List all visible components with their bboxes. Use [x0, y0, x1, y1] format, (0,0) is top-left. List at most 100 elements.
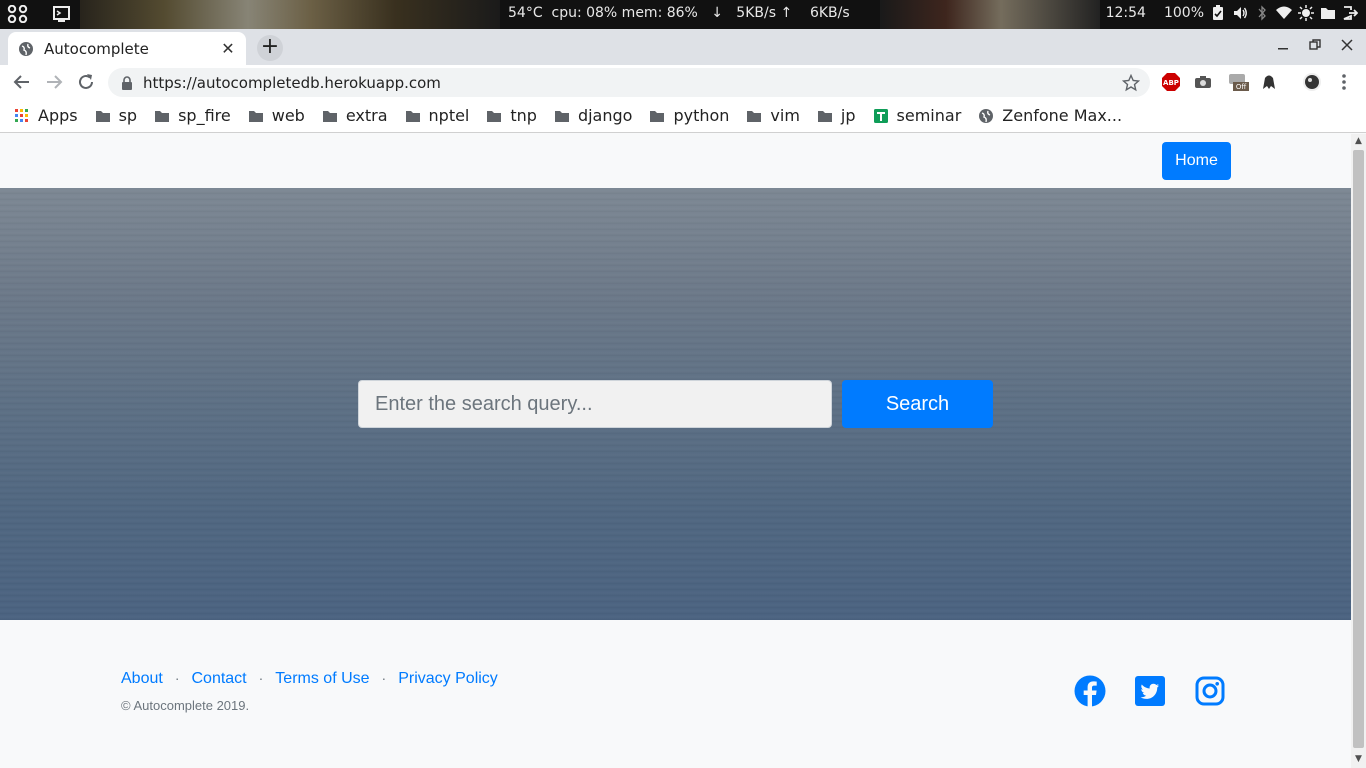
reload-icon[interactable]: [75, 71, 97, 93]
folder-icon: [155, 110, 170, 122]
bluetooth-icon[interactable]: [1254, 5, 1270, 21]
wifi-icon[interactable]: [1276, 5, 1292, 21]
bookmark-vim[interactable]: vim: [746, 106, 800, 125]
scroll-down-arrow-icon[interactable]: ▼: [1351, 754, 1366, 766]
site-navbar: Home: [0, 134, 1351, 188]
footer-links: About · Contact · Terms of Use · Privacy…: [121, 670, 498, 688]
address-bar[interactable]: https://autocompletedb.herokuapp.com: [108, 68, 1150, 97]
footer-link-contact[interactable]: Contact: [191, 670, 246, 688]
bookmark-tnp[interactable]: tnp: [486, 106, 537, 125]
web-page: Home Enter the search query... Search Ab…: [0, 134, 1351, 768]
tab-autocomplete[interactable]: Autocomplete ✕: [8, 32, 246, 65]
bookmark-label: Zenfone Max...: [1002, 106, 1123, 125]
url-text[interactable]: https://autocompletedb.herokuapp.com: [143, 74, 441, 92]
search-button[interactable]: Search: [842, 380, 993, 428]
footer-link-about[interactable]: About: [121, 670, 163, 688]
footer-separator: ·: [258, 670, 264, 686]
svg-text:Off: Off: [1236, 83, 1247, 91]
folder-icon: [322, 110, 337, 122]
battery-level[interactable]: 100%: [1164, 5, 1204, 21]
tab-title: Autocomplete: [44, 39, 149, 58]
apps-grid-icon: [15, 108, 28, 122]
footer-link-privacy[interactable]: Privacy Policy: [398, 670, 498, 688]
bookmark-label: seminar: [896, 106, 962, 125]
twitter-icon[interactable]: [1134, 675, 1166, 707]
new-tab-button[interactable]: +: [257, 35, 283, 61]
battery-icon[interactable]: [1210, 5, 1226, 21]
bookmark-label: vim: [770, 106, 800, 125]
adblock-extension-icon[interactable]: ABP: [1161, 72, 1181, 92]
tray: 12:54 100%: [1106, 5, 1358, 21]
bookmark-apps[interactable]: Apps: [14, 106, 78, 125]
svg-text:ABP: ABP: [1163, 79, 1179, 87]
bookmark-label: nptel: [428, 106, 470, 125]
clock[interactable]: 12:54: [1106, 5, 1146, 21]
hero-section: Enter the search query... Search: [0, 188, 1351, 620]
tab-strip: Autocomplete ✕ +: [0, 29, 1366, 65]
profile-avatar-icon[interactable]: [1302, 72, 1322, 92]
search-input[interactable]: Enter the search query...: [358, 380, 832, 428]
bookmark-nptel[interactable]: nptel: [405, 106, 470, 125]
restore-icon[interactable]: [1305, 37, 1325, 57]
forward-icon[interactable]: [43, 71, 65, 93]
brightness-icon[interactable]: [1298, 5, 1314, 21]
menu-kebab-icon[interactable]: [1334, 72, 1354, 92]
bookmark-label: python: [673, 106, 730, 125]
toggle-off-extension-icon[interactable]: Off: [1227, 72, 1251, 92]
logout-icon[interactable]: [1342, 5, 1358, 21]
bookmark-label: tnp: [510, 106, 537, 125]
footer-link-terms[interactable]: Terms of Use: [275, 670, 369, 688]
folder-icon: [747, 110, 762, 122]
bookmark-extra[interactable]: extra: [322, 106, 388, 125]
bookmark-label: django: [577, 106, 633, 125]
folder-icon: [817, 110, 832, 122]
bookmark-star-icon[interactable]: [1122, 74, 1140, 92]
lock-icon[interactable]: [120, 75, 134, 90]
folder-icon: [95, 110, 110, 122]
wallpaper-strip: [80, 0, 500, 29]
ghost-extension-icon[interactable]: [1259, 72, 1279, 92]
footer-separator: ·: [174, 670, 180, 686]
bookmark-label: jp: [840, 106, 856, 125]
sheets-icon: [873, 108, 888, 123]
os-top-bar: 54°C cpu: 08% mem: 86% ↓ 5KB/s ↑ 6KB/s 1…: [0, 0, 1366, 29]
browser-toolbar: https://autocompletedb.herokuapp.com ABP…: [0, 65, 1366, 99]
bookmark-jp[interactable]: jp: [817, 106, 856, 125]
footer-separator: ·: [381, 670, 387, 686]
home-button[interactable]: Home: [1162, 142, 1231, 180]
bookmark-label: Apps: [38, 106, 78, 125]
bookmark-label: extra: [345, 106, 388, 125]
minimize-icon[interactable]: [1273, 37, 1293, 57]
globe-icon: [19, 41, 33, 56]
volume-icon[interactable]: [1232, 5, 1248, 21]
close-window-icon[interactable]: [1337, 37, 1357, 57]
bookmark-django[interactable]: django: [554, 106, 633, 125]
bookmark-web[interactable]: web: [248, 106, 305, 125]
folder-icon: [554, 110, 569, 122]
back-icon[interactable]: [11, 71, 33, 93]
copyright-text: © Autocomplete 2019.: [121, 698, 250, 713]
globe-icon: [979, 108, 994, 123]
instagram-icon[interactable]: [1194, 675, 1226, 707]
app-grid-icon[interactable]: [7, 5, 29, 23]
bookmark-python[interactable]: python: [649, 106, 729, 125]
page-scrollbar[interactable]: ▲ ▼: [1351, 134, 1366, 768]
folder-icon: [487, 110, 502, 122]
folder-icon: [650, 110, 665, 122]
bookmark-seminar[interactable]: seminar: [873, 106, 962, 125]
camera-extension-icon[interactable]: [1193, 72, 1213, 92]
folder-icon: [248, 110, 263, 122]
bookmark-label: sp_fire: [178, 106, 231, 125]
bookmarks-bar: Apps sp sp_fire web extra nptel tnp django pytho…: [0, 99, 1366, 133]
bookmark-label: sp: [118, 106, 138, 125]
bookmark-zenfone-max[interactable]: Zenfone Max...: [978, 106, 1122, 125]
scroll-thumb[interactable]: [1353, 150, 1364, 748]
tab-close-icon[interactable]: ✕: [220, 40, 236, 57]
facebook-icon[interactable]: [1074, 675, 1106, 707]
bookmark-sp[interactable]: sp: [95, 106, 138, 125]
bookmark-sp-fire[interactable]: sp_fire: [154, 106, 231, 125]
terminal-icon[interactable]: [51, 5, 73, 23]
wallpaper-strip-right: [880, 0, 1100, 29]
folder-tray-icon[interactable]: [1320, 5, 1336, 21]
scroll-up-arrow-icon[interactable]: ▲: [1351, 136, 1366, 148]
